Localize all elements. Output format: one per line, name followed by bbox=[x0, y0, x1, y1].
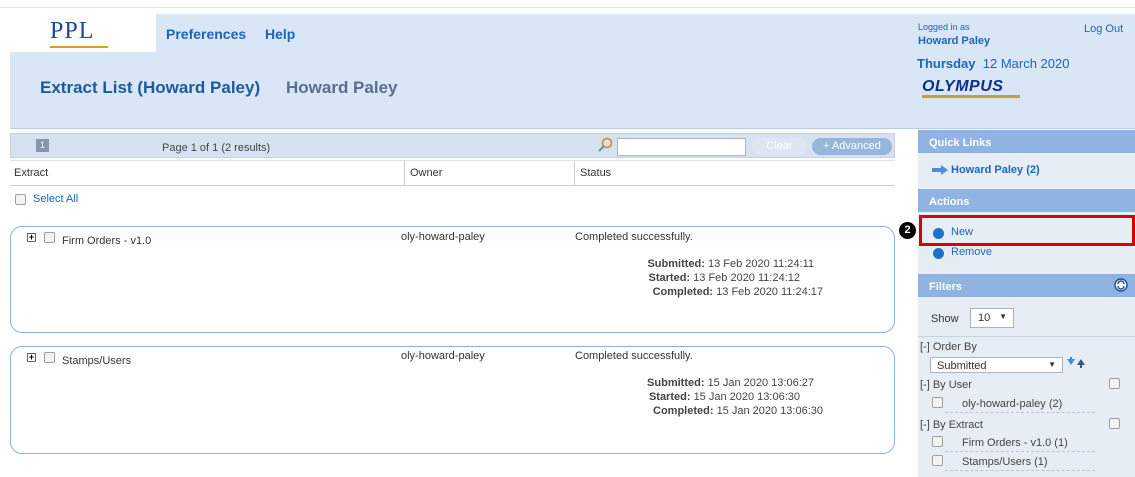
submitted-label: Submitted: bbox=[647, 377, 705, 389]
completed-label: Completed: bbox=[652, 286, 714, 298]
completed-label: Completed: bbox=[653, 405, 714, 417]
submitted-time: Submitted: 13 Feb 2020 11:24:11 bbox=[574, 258, 814, 270]
page-subtitle: Howard Paley bbox=[286, 78, 398, 97]
submitted-label: Submitted: bbox=[647, 258, 705, 270]
submitted-time: Submitted: 15 Jan 2020 13:06:27 bbox=[574, 377, 814, 389]
column-divider bbox=[404, 161, 405, 186]
show-select[interactable]: 10 ▼ bbox=[970, 308, 1014, 328]
step-badge: 2 bbox=[899, 222, 916, 239]
completed-time: Completed: 13 Feb 2020 11:24:17 bbox=[583, 286, 823, 298]
order-by-select[interactable]: Submitted ▼ bbox=[930, 357, 1063, 373]
chevron-down-icon: ▼ bbox=[1048, 360, 1056, 369]
select-all-label[interactable]: Select All bbox=[33, 193, 78, 205]
remove-icon[interactable] bbox=[933, 248, 944, 259]
completed-value: 15 Jan 2020 13:06:30 bbox=[716, 405, 823, 417]
order-by-value: Submitted bbox=[937, 360, 987, 372]
day-name: Thursday bbox=[917, 56, 976, 71]
by-extract-label[interactable]: [-] By Extract bbox=[920, 419, 983, 431]
completed-time: Completed: 15 Jan 2020 13:06:30 bbox=[583, 405, 823, 417]
table-header bbox=[10, 160, 895, 186]
by-user-checkbox[interactable] bbox=[1109, 378, 1120, 389]
top-divider bbox=[0, 7, 1135, 8]
expand-icon[interactable]: + bbox=[27, 353, 36, 362]
started-value: 13 Feb 2020 11:24:12 bbox=[693, 272, 800, 284]
page-button[interactable]: 1 bbox=[36, 139, 49, 152]
search-icon[interactable] bbox=[597, 137, 613, 153]
refresh-icon[interactable] bbox=[1114, 278, 1128, 292]
olympus-underline bbox=[922, 95, 1020, 98]
extract-filter-checkbox[interactable] bbox=[932, 436, 943, 447]
by-user-label[interactable]: [-] By User bbox=[920, 379, 972, 391]
column-owner[interactable]: Owner bbox=[410, 167, 442, 179]
search-input[interactable] bbox=[617, 138, 746, 156]
extract-owner: oly-howard-paley bbox=[401, 231, 485, 243]
filters-header: Filters bbox=[918, 274, 1135, 297]
extract-filter-checkbox[interactable] bbox=[932, 455, 943, 466]
highlight-annotation bbox=[919, 215, 1135, 246]
logo-underline bbox=[50, 46, 108, 48]
remove-action-link[interactable]: Remove bbox=[951, 246, 992, 258]
current-date: Thursday 12 March 2020 bbox=[917, 56, 1069, 71]
submitted-value: 15 Jan 2020 13:06:27 bbox=[707, 377, 814, 389]
started-time: Started: 15 Jan 2020 13:06:30 bbox=[560, 391, 800, 403]
divider bbox=[945, 451, 1095, 452]
completed-value: 13 Feb 2020 11:24:17 bbox=[716, 286, 823, 298]
extract-owner: oly-howard-paley bbox=[401, 350, 485, 362]
sort-direction-icon[interactable] bbox=[1066, 357, 1086, 369]
extract-status: Completed successfully. bbox=[575, 350, 693, 362]
logout-link[interactable]: Log Out bbox=[1084, 23, 1123, 35]
submitted-value: 13 Feb 2020 11:24:11 bbox=[707, 258, 814, 270]
ppl-logo[interactable]: PPL bbox=[50, 18, 94, 45]
started-time: Started: 13 Feb 2020 11:24:12 bbox=[560, 272, 800, 284]
quick-link-howard-paley[interactable]: Howard Paley (2) bbox=[951, 164, 1040, 176]
by-extract-checkbox[interactable] bbox=[1109, 418, 1120, 429]
row-checkbox[interactable] bbox=[44, 232, 55, 243]
row-checkbox[interactable] bbox=[44, 352, 55, 363]
order-by-label[interactable]: [-] Order By bbox=[920, 341, 977, 353]
extract-filter-item[interactable]: Firm Orders - v1.0 (1) bbox=[962, 437, 1068, 449]
olympus-logo: OLYMPUS bbox=[922, 78, 1004, 95]
quick-links-header: Quick Links bbox=[918, 130, 1135, 153]
started-label: Started: bbox=[648, 272, 691, 284]
user-filter-checkbox[interactable] bbox=[932, 397, 943, 408]
divider bbox=[945, 412, 1095, 413]
expand-icon[interactable]: + bbox=[27, 233, 36, 242]
extract-filter-item[interactable]: Stamps/Users (1) bbox=[962, 456, 1048, 468]
chevron-down-icon: ▼ bbox=[999, 312, 1007, 321]
nav-preferences[interactable]: Preferences bbox=[166, 26, 246, 42]
started-label: Started: bbox=[648, 391, 691, 403]
extract-status: Completed successfully. bbox=[575, 231, 693, 243]
show-value: 10 bbox=[978, 312, 991, 324]
column-extract[interactable]: Extract bbox=[14, 167, 48, 179]
column-status[interactable]: Status bbox=[580, 167, 611, 179]
actions-header: Actions bbox=[918, 189, 1135, 212]
extract-name[interactable]: Stamps/Users bbox=[62, 355, 131, 367]
divider bbox=[945, 470, 1095, 471]
page-info: Page 1 of 1 (2 results) bbox=[162, 142, 271, 154]
arrow-right-icon bbox=[932, 165, 948, 175]
date-value: 12 March 2020 bbox=[982, 56, 1070, 71]
started-value: 15 Jan 2020 13:06:30 bbox=[693, 391, 800, 403]
clear-button[interactable]: Clear bbox=[752, 138, 807, 155]
nav-help[interactable]: Help bbox=[265, 26, 295, 42]
user-filter-item[interactable]: oly-howard-paley (2) bbox=[962, 398, 1062, 410]
advanced-search-button[interactable]: + Advanced bbox=[812, 138, 892, 155]
show-label: Show bbox=[931, 313, 959, 325]
page-title: Extract List (Howard Paley) bbox=[40, 78, 261, 97]
divider bbox=[918, 336, 1135, 337]
user-name: Howard Paley bbox=[918, 35, 991, 47]
logged-in-label: Logged in as bbox=[918, 22, 970, 32]
extract-name[interactable]: Firm Orders - v1.0 bbox=[62, 235, 151, 247]
column-divider bbox=[574, 161, 575, 186]
select-all-checkbox[interactable] bbox=[15, 194, 26, 205]
